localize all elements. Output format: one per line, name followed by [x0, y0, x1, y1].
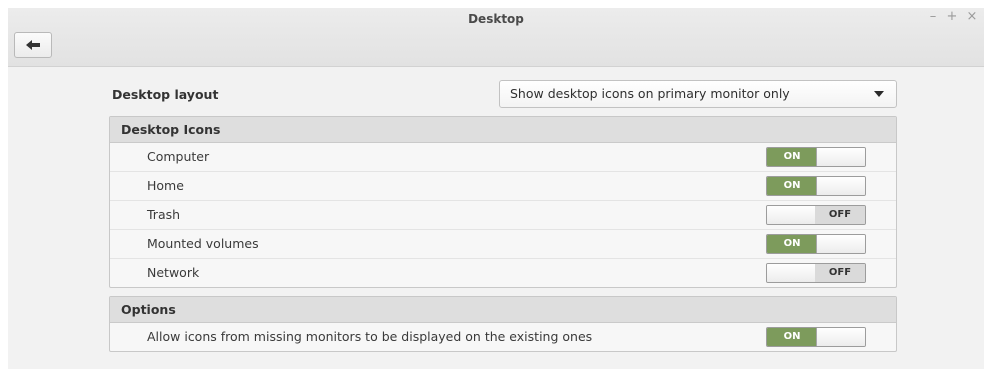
settings-row: Home ON [110, 171, 896, 200]
toggle-state-label: OFF [814, 206, 865, 224]
desktop-layout-row: Desktop layout Show desktop icons on pri… [112, 80, 897, 110]
maximize-button[interactable]: + [945, 9, 959, 24]
settings-window: Desktop – + × Desktop layout Show deskto… [8, 8, 984, 369]
options-panel: Options Allow icons from missing monitor… [109, 296, 897, 352]
setting-label: Computer [147, 149, 210, 164]
minimize-button[interactable]: – [926, 9, 940, 24]
toggle-knob [816, 177, 865, 195]
setting-label: Trash [147, 207, 181, 222]
desktop-layout-selected: Show desktop icons on primary monitor on… [510, 86, 790, 101]
desktop-icons-panel: Desktop Icons Computer ON Home ON Trash OFF Mo… [109, 116, 897, 288]
toggle-switch[interactable]: ON [766, 147, 866, 167]
desktop-layout-dropdown[interactable]: Show desktop icons on primary monitor on… [499, 80, 897, 108]
settings-row: Mounted volumes ON [110, 229, 896, 258]
toggle-switch[interactable]: ON [766, 327, 866, 347]
setting-label: Allow icons from missing monitors to be … [147, 329, 593, 344]
desktop-layout-label: Desktop layout [112, 87, 219, 102]
toggle-knob [816, 148, 865, 166]
toggle-switch[interactable]: OFF [766, 205, 866, 225]
toggle-knob [816, 235, 865, 253]
toggle-knob [767, 206, 815, 224]
settings-row: Trash OFF [110, 200, 896, 229]
toggle-state-label: ON [767, 328, 817, 346]
close-button[interactable]: × [965, 9, 979, 24]
chevron-down-icon [874, 91, 884, 97]
setting-label: Mounted volumes [147, 236, 259, 251]
options-header: Options [110, 297, 896, 323]
desktop-icons-header: Desktop Icons [110, 117, 896, 143]
settings-row: Computer ON [110, 143, 896, 171]
toggle-switch[interactable]: ON [766, 234, 866, 254]
toggle-switch[interactable]: OFF [766, 263, 866, 283]
settings-row: Network OFF [110, 258, 896, 287]
settings-row: Allow icons from missing monitors to be … [110, 323, 896, 351]
setting-label: Home [147, 178, 184, 193]
window-title: Desktop [468, 12, 524, 26]
title-bar: Desktop – + × [8, 8, 984, 67]
toggle-knob [767, 264, 815, 282]
toggle-switch[interactable]: ON [766, 176, 866, 196]
desktop-icons-list: Computer ON Home ON Trash OFF Mounted volumes O… [110, 143, 896, 287]
setting-label: Network [147, 265, 200, 280]
toggle-knob [816, 328, 865, 346]
back-arrow-icon [26, 40, 40, 50]
back-button[interactable] [14, 32, 52, 58]
toggle-state-label: ON [767, 148, 817, 166]
options-list: Allow icons from missing monitors to be … [110, 323, 896, 351]
toggle-state-label: ON [767, 177, 817, 195]
toggle-state-label: OFF [814, 264, 865, 282]
toggle-state-label: ON [767, 235, 817, 253]
